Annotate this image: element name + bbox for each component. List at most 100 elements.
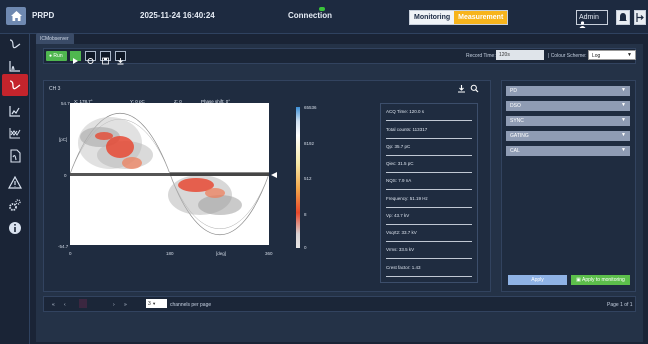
stat-divider — [386, 241, 472, 242]
tab-icmobserver[interactable]: ICMobserver — [36, 33, 74, 44]
accordion-cal[interactable]: CAL ▼ — [506, 146, 630, 156]
refresh-icon — [87, 58, 94, 64]
home-button[interactable] — [6, 7, 26, 25]
x-tick-0: 0 — [69, 251, 72, 256]
datetime-display: 2025-11-24 16:40:24 — [140, 11, 215, 20]
warning-icon[interactable] — [8, 176, 22, 190]
stat-divider — [386, 120, 472, 121]
last-page-button[interactable]: » — [124, 302, 127, 308]
colour-scheme-select[interactable]: Log ▼ — [588, 50, 636, 60]
next-page-button[interactable]: › — [113, 302, 115, 308]
stat-acq-time: ACQ Time: 120.0 s — [386, 109, 425, 114]
accordion-pd[interactable]: PD ▼ — [506, 86, 630, 96]
stat-divider — [386, 138, 472, 139]
download-icon[interactable] — [457, 84, 466, 93]
channels-per-page-select[interactable]: 3 ▼ — [146, 299, 167, 308]
user-menu-button[interactable]: Admin — [576, 10, 608, 28]
refresh-button[interactable] — [85, 51, 96, 64]
apply-button[interactable]: Apply — [508, 275, 567, 285]
colorbar-label-4: 0 — [304, 245, 307, 250]
pulse-icon[interactable] — [8, 59, 22, 73]
x-tick-180: 180 — [166, 251, 174, 256]
notifications-button[interactable] — [616, 10, 630, 25]
chevron-down-icon: ▼ — [627, 52, 632, 58]
colorbar — [296, 107, 300, 248]
stat-divider — [386, 276, 472, 277]
accordion-sync[interactable]: SYNC ▼ — [506, 116, 630, 126]
stat-divider — [386, 258, 472, 259]
prpd-heatmap — [69, 113, 270, 235]
play-button[interactable] — [70, 51, 81, 64]
y-axis-zero: 0 — [64, 173, 67, 178]
stat-nqs: NQS: 7.9 nA — [386, 178, 412, 183]
colorbar-label-1: 8192 — [304, 141, 315, 146]
stat-divider — [386, 224, 472, 225]
app-title: PRPD — [32, 11, 55, 20]
chevron-down-icon: ▼ — [621, 102, 626, 108]
zoom-icon[interactable] — [470, 84, 479, 93]
scatter-chart-icon[interactable] — [8, 126, 22, 140]
channels-per-page-value: 3 — [148, 301, 151, 307]
chevron-down-icon: ▼ — [621, 132, 626, 138]
waveform-icon[interactable] — [8, 37, 22, 51]
connection-indicator — [319, 7, 325, 11]
pdf-report-icon[interactable] — [8, 149, 22, 163]
download-icon — [117, 58, 124, 65]
stat-crest-factor: Crest factor: 1.43 — [386, 265, 421, 270]
accordion-dso[interactable]: DSO ▼ — [506, 101, 630, 111]
prev-page-button[interactable]: ‹ — [64, 302, 66, 308]
prpd-icon[interactable] — [8, 78, 22, 92]
stat-vrms: Vrms: 33.5 kV — [386, 247, 415, 252]
y-axis-bottom: -54.7 — [58, 244, 69, 249]
x-axis-unit: [deg] — [216, 251, 227, 256]
play-icon — [73, 58, 78, 64]
colorbar-label-2: 512 — [304, 176, 312, 181]
run-button[interactable]: ● Run — [46, 51, 67, 61]
channel-label: CH 3 — [49, 86, 61, 92]
user-label: Admin — [579, 14, 599, 21]
first-page-button[interactable]: « — [52, 302, 55, 308]
pagination-bar — [43, 296, 636, 312]
stat-qp: Qp: 35.7 pC — [386, 144, 411, 149]
mode-toggle: Monitoring Measurement — [409, 10, 509, 25]
page-count: Page 1 of 1 — [607, 302, 633, 308]
colour-scheme-value: Log — [592, 53, 601, 59]
colour-scheme-label: | Colour Scheme: — [548, 53, 587, 59]
user-icon — [579, 21, 586, 28]
channels-per-page-label: channels per page — [170, 302, 212, 308]
chevron-down-icon: ▼ — [152, 301, 157, 306]
connection-status: Connection — [288, 11, 332, 20]
chevron-down-icon: ▼ — [621, 147, 626, 153]
download-button[interactable] — [115, 51, 126, 65]
apply-to-monitoring-label: Apply to monitoring — [582, 277, 625, 283]
stat-divider — [386, 155, 472, 156]
chevron-down-icon: ▼ — [621, 117, 626, 123]
measurement-mode-button[interactable]: Measurement — [454, 11, 508, 24]
save-icon — [102, 57, 109, 65]
stat-divider — [386, 189, 472, 190]
x-tick-360: 360 — [265, 251, 273, 256]
accordion-gating[interactable]: GATING ▼ — [506, 131, 630, 141]
record-time-input[interactable]: 120s — [496, 50, 544, 60]
save-button[interactable] — [100, 51, 111, 65]
stat-frequency: Frequency: 51.19 Hz — [386, 196, 428, 201]
settings-icon[interactable] — [8, 198, 22, 212]
settings-panel — [501, 80, 636, 292]
logout-icon — [636, 13, 644, 22]
prpd-plot-area[interactable] — [69, 103, 270, 245]
stat-qiec: Qiec: 31.5 pC — [386, 161, 414, 166]
current-page-indicator[interactable] — [79, 299, 87, 308]
accordion-label: DSO — [510, 103, 521, 109]
monitoring-mode-button[interactable]: Monitoring — [410, 11, 455, 24]
accordion-label: SYNC — [510, 118, 524, 124]
apply-to-monitoring-button[interactable]: ▣ Apply to monitoring — [571, 275, 630, 285]
home-icon — [10, 11, 22, 21]
bell-icon — [619, 13, 627, 21]
chevron-down-icon: ▼ — [621, 87, 626, 93]
colorbar-label-3: 8 — [304, 212, 307, 217]
logout-button[interactable] — [634, 10, 646, 25]
y-axis-unit: [pC] — [59, 137, 68, 142]
info-icon[interactable] — [8, 221, 22, 235]
trend-icon[interactable] — [8, 104, 22, 118]
record-time-label: Record Time: — [466, 53, 496, 59]
